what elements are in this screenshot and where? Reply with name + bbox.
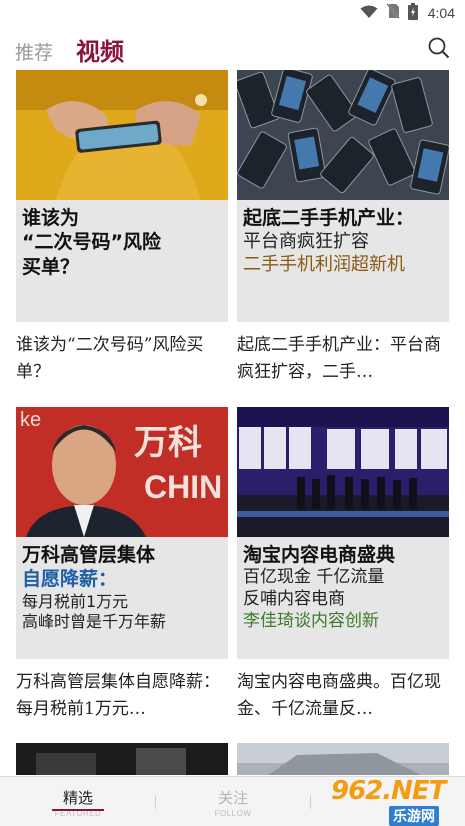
bottom-tab-sublabel: FOLLOW bbox=[214, 809, 252, 818]
video-feed[interactable]: 谁该为 “二次号码”风险 买单？ 谁该为“二次号码”风险买单？ 起底二手手机产业… bbox=[0, 70, 465, 775]
bottom-tab-label: 关注 bbox=[217, 789, 248, 807]
video-card[interactable]: ke 万科 CHIN 万科高管层集体 自愿降薪： 每月税前1万元 高峰时曾是千万… bbox=[16, 407, 228, 727]
video-card[interactable]: 淘宝内容电商盛典 百亿现金 千亿流量 反哺内容电商 李佳琦谈内容创新 淘宝内容电… bbox=[237, 407, 449, 727]
bottom-tab-featured[interactable]: 精选 FEATURED bbox=[18, 777, 138, 826]
thumbnail-photo bbox=[16, 70, 228, 200]
wifi-icon bbox=[360, 4, 378, 23]
overlay-headline: 谁该为 bbox=[22, 207, 80, 229]
status-time: 4:04 bbox=[427, 5, 455, 21]
battery-icon bbox=[407, 2, 418, 24]
video-card[interactable]: 起底二手手机产业： 平台商疯狂扩容 二手手机利润超新机 起底二手手机产业：平台商… bbox=[237, 70, 449, 390]
photo-text: CHIN bbox=[144, 469, 223, 505]
top-nav: 推荐 视频 bbox=[0, 26, 465, 70]
video-title[interactable]: 淘宝内容电商盛典。百亿现金、千亿流量反… bbox=[237, 669, 449, 723]
overlay-subline: 百亿现金 千亿流量 bbox=[243, 567, 385, 588]
site-watermark: 962.NET 乐游网 bbox=[323, 776, 463, 826]
thumbnail-overlay: 起底二手手机产业： 平台商疯狂扩容 二手手机利润超新机 bbox=[237, 200, 449, 322]
overlay-highlight: 二手手机利润超新机 bbox=[243, 254, 405, 276]
photo-text: ke bbox=[20, 409, 42, 431]
overlay-highlight: 李佳琦谈内容创新 bbox=[243, 610, 379, 631]
overlay-highlight: 自愿降薪： bbox=[22, 568, 118, 591]
photo-text: 万科 bbox=[134, 423, 202, 463]
video-title[interactable]: 谁该为“二次号码”风险买单？ bbox=[16, 332, 228, 386]
tab-video[interactable]: 视频 bbox=[76, 32, 124, 67]
bottom-tab-follow[interactable]: 关注 FOLLOW bbox=[173, 777, 293, 826]
overlay-headline: 淘宝内容电商盛典 bbox=[243, 544, 396, 566]
overlay-headline: 起底二手手机产业： bbox=[243, 207, 415, 229]
overlay-headline: 买单？ bbox=[22, 255, 80, 278]
video-card[interactable]: 谁该为 “二次号码”风险 买单？ 谁该为“二次号码”风险买单？ bbox=[16, 70, 228, 390]
video-title[interactable]: 起底二手手机产业：平台商疯狂扩容，二手… bbox=[237, 332, 449, 386]
active-tab-indicator bbox=[52, 809, 104, 811]
overlay-subline: 高峰时曾是千万年薪 bbox=[22, 612, 167, 632]
status-bar: 4:04 bbox=[0, 0, 465, 26]
video-title[interactable]: 万科高管层集体自愿降薪： 每月税前1万元… bbox=[16, 669, 228, 723]
video-thumbnail[interactable]: 起底二手手机产业： 平台商疯狂扩容 二手手机利润超新机 bbox=[237, 70, 449, 322]
thumbnail-photo: ke 万科 CHIN bbox=[16, 407, 228, 537]
thumbnail-overlay: 淘宝内容电商盛典 百亿现金 千亿流量 反哺内容电商 李佳琦谈内容创新 bbox=[237, 537, 449, 659]
video-card[interactable] bbox=[237, 743, 449, 775]
overlay-subline: 平台商疯狂扩容 bbox=[243, 231, 369, 253]
video-thumbnail[interactable]: 淘宝内容电商盛典 百亿现金 千亿流量 反哺内容电商 李佳琦谈内容创新 bbox=[237, 407, 449, 659]
video-thumbnail[interactable] bbox=[16, 743, 228, 775]
thumbnail-photo bbox=[237, 70, 449, 200]
watermark-logo: 962.NET bbox=[331, 776, 446, 806]
video-thumbnail[interactable]: 谁该为 “二次号码”风险 买单？ bbox=[16, 70, 228, 322]
thumbnail-photo bbox=[237, 407, 449, 537]
overlay-subline: 每月税前1万元 bbox=[22, 591, 129, 611]
watermark-text: 乐游网 bbox=[389, 806, 439, 826]
thumbnail-overlay: 谁该为 “二次号码”风险 买单？ bbox=[16, 200, 228, 322]
tab-divider bbox=[310, 795, 311, 809]
status-icons: 4:04 bbox=[360, 2, 455, 24]
thumbnail-overlay: 万科高管层集体 自愿降薪： 每月税前1万元 高峰时曾是千万年薪 bbox=[16, 537, 228, 659]
video-card[interactable] bbox=[16, 743, 228, 775]
no-sim-icon bbox=[386, 3, 400, 23]
overlay-subline: 反哺内容电商 bbox=[243, 589, 345, 610]
video-thumbnail[interactable]: ke 万科 CHIN 万科高管层集体 自愿降薪： 每月税前1万元 高峰时曾是千万… bbox=[16, 407, 228, 659]
tab-recommend[interactable]: 推荐 bbox=[15, 38, 53, 65]
overlay-headline: “二次号码”风险 bbox=[22, 231, 161, 254]
video-thumbnail[interactable] bbox=[237, 743, 449, 775]
overlay-headline: 万科高管层集体 bbox=[22, 544, 156, 566]
bottom-tab-label: 精选 bbox=[62, 789, 93, 807]
search-icon[interactable] bbox=[427, 36, 451, 60]
tab-divider bbox=[155, 795, 156, 809]
